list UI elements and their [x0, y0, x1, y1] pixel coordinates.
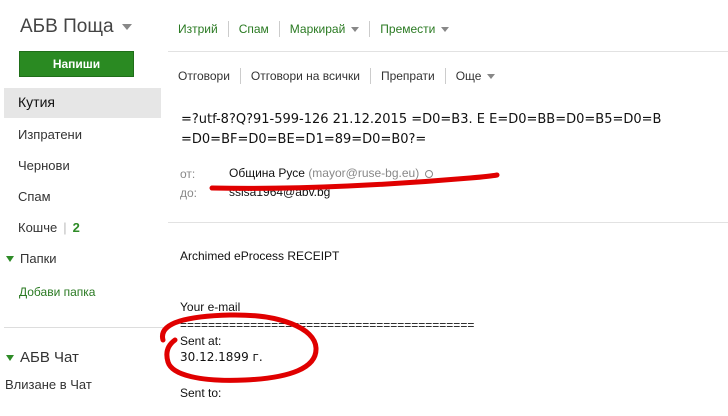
triangle-down-icon	[6, 255, 14, 262]
person-icon[interactable]	[425, 170, 434, 178]
toolbar-separator	[369, 68, 371, 84]
sender-name: Община Русе	[229, 166, 305, 180]
sidebar-item-label: Кошче	[18, 220, 58, 235]
message-actions-toolbar: Изтрий Спам Маркирай Премести	[178, 18, 450, 40]
app-title: АБВ Поща	[20, 16, 114, 37]
mark-label: Маркирай	[289, 22, 346, 36]
chevron-down-icon[interactable]	[121, 24, 132, 30]
chat-login-link[interactable]: Влизане в Чат	[5, 377, 92, 392]
chevron-down-icon	[351, 26, 360, 32]
toolbar-separator	[369, 21, 371, 37]
body-separator: ========================================…	[180, 318, 475, 332]
compose-button[interactable]: Напиши	[19, 51, 134, 77]
sent-to-label: Sent to:	[180, 386, 222, 400]
toolbar-separator	[239, 68, 241, 84]
from-value[interactable]: Община Русе (mayor@ruse-bg.eu)	[229, 166, 434, 180]
more-label: Още	[455, 69, 482, 83]
sender-email: (mayor@ruse-bg.eu)	[308, 166, 420, 180]
header-divider	[168, 222, 728, 223]
move-dropdown[interactable]: Премести	[380, 22, 450, 36]
body-line: Your e-mail	[180, 300, 241, 314]
subject-line-2: =D0=BF=D0=BE=D1=89=D0=B0?=	[181, 132, 427, 147]
toolbar-separator	[227, 21, 229, 37]
recipient-email: sslsa1964@abv.bg	[229, 185, 331, 199]
sidebar-item-drafts[interactable]: Чернови	[18, 158, 70, 173]
reply-button[interactable]: Отговори	[178, 69, 230, 83]
folders-label: Папки	[20, 251, 57, 266]
reply-all-button[interactable]: Отговори на всички	[251, 69, 360, 83]
delete-button[interactable]: Изтрий	[178, 22, 218, 36]
sidebar-divider	[4, 327, 164, 328]
from-label: от:	[180, 167, 196, 181]
subject-line-1: =?utf-8?Q?91-599-126 21.12.2015 =D0=B3. …	[181, 112, 662, 127]
message-subject: =?utf-8?Q?91-599-126 21.12.2015 =D0=B3. …	[181, 110, 661, 150]
toolbar-separator	[278, 21, 280, 37]
reply-toolbar: Отговори Отговори на всички Препрати Още	[178, 65, 496, 87]
sidebar-item-trash[interactable]: Кошче | 2	[18, 220, 80, 235]
body-line: Archimed eProcess RECEIPT	[180, 249, 340, 263]
sidebar-item-label: Кутия	[18, 94, 55, 110]
app-brand[interactable]: АБВ Поща	[20, 16, 132, 38]
toolbar-separator	[444, 68, 446, 84]
add-folder-link[interactable]: Добави папка	[19, 285, 95, 299]
to-label: до:	[180, 186, 198, 200]
trash-count-badge: 2	[72, 220, 80, 235]
chevron-down-icon	[441, 26, 450, 32]
sent-at-label: Sent at:	[180, 334, 222, 348]
move-label: Премести	[380, 22, 436, 36]
sidebar: АБВ Поща Напиши Кутия Изпратени Чернови …	[0, 0, 168, 416]
sent-at-value: 30.12.1899 г.	[180, 350, 263, 364]
chevron-down-icon	[487, 73, 496, 79]
toolbar-divider	[168, 51, 728, 52]
chat-section-toggle[interactable]: АБВ Чат	[6, 349, 79, 366]
sidebar-item-sent[interactable]: Изпратени	[18, 127, 82, 142]
spam-button[interactable]: Спам	[239, 22, 269, 36]
more-dropdown[interactable]: Още	[456, 69, 496, 83]
triangle-down-icon	[6, 354, 14, 361]
sidebar-item-spam[interactable]: Спам	[18, 189, 51, 204]
folders-section-toggle[interactable]: Папки	[6, 251, 57, 266]
chat-label: АБВ Чат	[20, 349, 79, 366]
mark-dropdown[interactable]: Маркирай	[289, 22, 360, 36]
divider: |	[63, 220, 67, 235]
forward-button[interactable]: Препрати	[381, 69, 435, 83]
sidebar-item-inbox[interactable]: Кутия	[4, 88, 161, 118]
